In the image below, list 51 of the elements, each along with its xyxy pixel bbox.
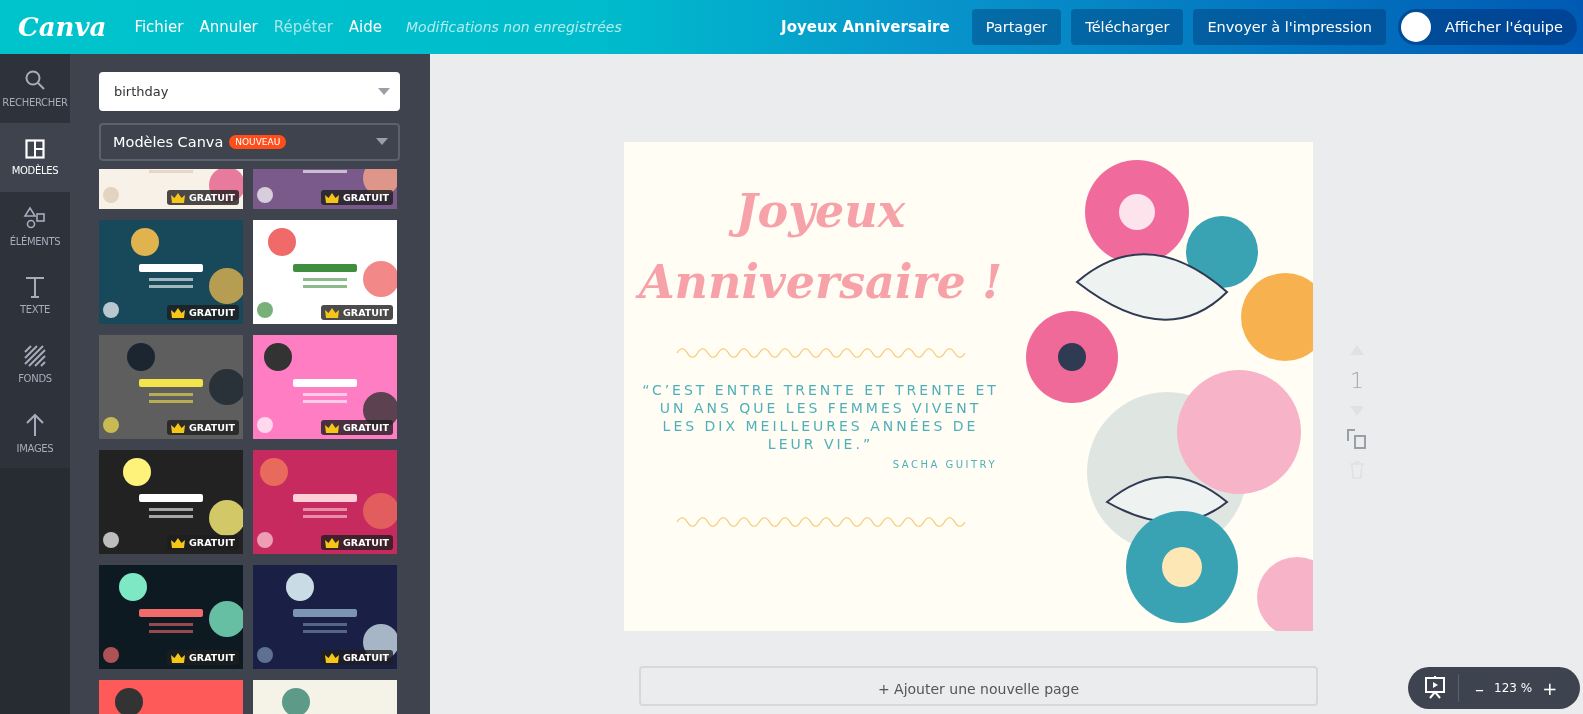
crown-icon	[171, 307, 186, 318]
dropdown-caret-icon[interactable]	[378, 88, 390, 96]
crown-icon	[171, 537, 186, 548]
toolbar-button[interactable]: Envoyer à l'impression	[1193, 9, 1386, 45]
sidebar-tab[interactable]: MODÈLES	[0, 123, 70, 192]
zoom-level: 123 %	[1494, 681, 1533, 695]
sidebar-tab[interactable]: RECHERCHER	[0, 54, 70, 123]
save-status: Modifications non enregistrées	[406, 19, 622, 35]
sidebar-tab[interactable]: TEXTE	[0, 261, 70, 330]
sidebar-tab[interactable]: FONDS	[0, 330, 70, 399]
crown-icon	[325, 192, 340, 203]
crown-icon	[325, 307, 340, 318]
search-field[interactable]: birthday	[99, 72, 400, 111]
dropdown-caret-icon[interactable]	[376, 138, 388, 146]
crown-icon	[325, 652, 340, 663]
team-toggle[interactable]: Afficher l'équipe	[1397, 9, 1577, 45]
zoom-in-button[interactable]: +	[1536, 677, 1564, 699]
sidebar-tab[interactable]: ÉLÉMENTS	[0, 192, 70, 261]
badge-text: GRATUIT	[343, 652, 389, 663]
layout-icon	[25, 139, 45, 159]
toolbar-button[interactable]: Partager	[971, 9, 1062, 45]
toolbar-button[interactable]: Télécharger	[1071, 9, 1184, 45]
badge-text: GRATUIT	[343, 307, 389, 318]
crown-icon	[325, 537, 340, 548]
badge-text: GRATUIT	[343, 192, 389, 203]
text-icon	[25, 276, 45, 298]
badge-text: GRATUIT	[189, 307, 235, 318]
add-page-button[interactable]: + Ajouter une nouvelle page	[639, 666, 1318, 706]
document-title[interactable]: Joyeux Anniversaire	[781, 18, 950, 36]
sidebar-tab[interactable]: IMAGES	[0, 399, 70, 468]
badge-text: GRATUIT	[189, 422, 235, 433]
dropdown-label: Modèles Canva	[113, 134, 224, 150]
zoom-out-button[interactable]: –	[1469, 677, 1490, 699]
new-badge: NOUVEAU	[229, 135, 287, 149]
badge-text: GRATUIT	[189, 652, 235, 663]
presentation-icon[interactable]	[1424, 676, 1446, 700]
badge-text: GRATUIT	[189, 192, 235, 203]
upload-arrow-icon	[25, 413, 45, 437]
crown-icon	[171, 192, 186, 203]
stripes-icon	[24, 345, 46, 367]
template-source-dropdown[interactable]: Modèles Canva NOUVEAU	[99, 123, 400, 161]
shapes-icon	[23, 206, 47, 230]
badge-text: GRATUIT	[189, 537, 235, 548]
crown-icon	[325, 422, 340, 433]
search-icon	[24, 69, 46, 91]
crown-icon	[171, 652, 186, 663]
badge-text: GRATUIT	[343, 422, 389, 433]
duplicate-icon[interactable]	[1347, 429, 1367, 449]
crown-icon	[171, 422, 186, 433]
page-number: 1	[1350, 368, 1364, 393]
badge-text: GRATUIT	[343, 537, 389, 548]
